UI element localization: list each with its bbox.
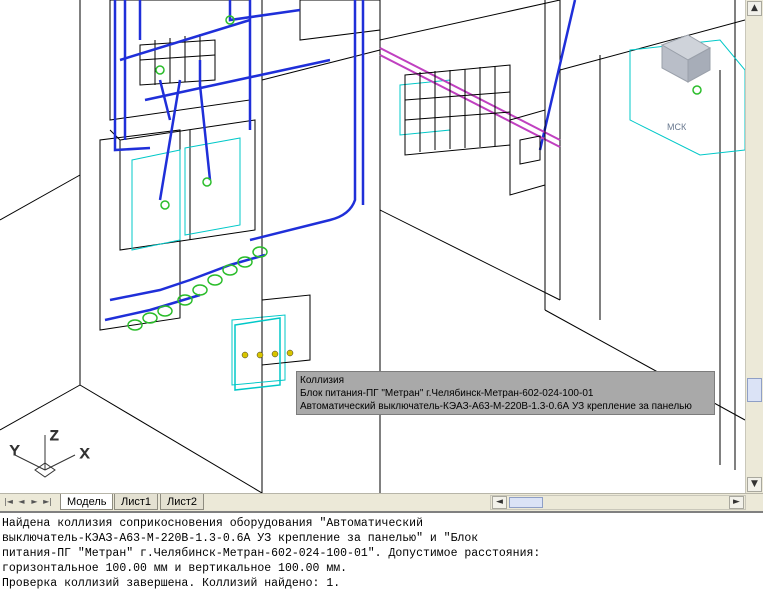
ucs-y-label: Y: [10, 442, 20, 458]
ucs-z-label: Z: [50, 427, 59, 443]
collision-tooltip: Коллизия Блок питания-ПГ "Метран" г.Челя…: [296, 371, 715, 415]
ucs-icon: Z Y X: [10, 427, 91, 478]
tab-sheet1[interactable]: Лист1: [114, 494, 159, 510]
vertical-scrollbar[interactable]: ▲ ▼: [745, 0, 763, 493]
command-line-text: Проверка коллизий завершена. Коллизий на…: [2, 577, 341, 590]
ucs-x-label: X: [80, 445, 90, 461]
tab-sheet2[interactable]: Лист2: [160, 494, 205, 510]
viewcube[interactable]: МСК: [660, 34, 712, 132]
tab-model[interactable]: Модель: [60, 494, 114, 510]
layout-tab-bar: |◄ ◄ ► ►| Модель Лист1 Лист2 ◄ ►: [0, 493, 763, 511]
horizontal-scrollbar[interactable]: ◄ ►: [490, 495, 746, 510]
prev-tab-icon[interactable]: ◄: [16, 496, 27, 508]
model-viewport[interactable]: МСК Z Y X Коллизия Блок питания-ПГ "Метр…: [0, 0, 745, 493]
command-line-text: питания-ПГ "Метран" г.Челябинск-Метран-6…: [2, 547, 541, 560]
scroll-down-button[interactable]: ▼: [747, 477, 762, 492]
command-line-text: выключатель-КЭАЗ-А63-М-220В-1.3-0.6А УЗ …: [2, 532, 479, 545]
wcs-label[interactable]: МСК: [667, 122, 687, 132]
last-tab-icon[interactable]: ►|: [42, 496, 53, 508]
tooltip-line-2: Автоматический выключатель-КЭАЗ-А63-М-22…: [300, 401, 692, 412]
command-line-text: горизонтальное 100.00 мм и вертикальное …: [2, 562, 348, 575]
command-line-text: Найдена коллизия соприкосновения оборудо…: [2, 517, 423, 530]
tooltip-line-1: Блок питания-ПГ "Метран" г.Челябинск-Мет…: [300, 388, 594, 399]
next-tab-icon[interactable]: ►: [29, 496, 40, 508]
scroll-up-button[interactable]: ▲: [747, 1, 762, 16]
command-line-history[interactable]: Найдена коллизия соприкосновения оборудо…: [0, 511, 763, 591]
scroll-right-button[interactable]: ►: [729, 496, 744, 509]
tooltip-title: Коллизия: [300, 375, 345, 386]
vertical-scroll-thumb[interactable]: [747, 378, 762, 402]
first-tab-icon[interactable]: |◄: [3, 496, 14, 508]
horizontal-scroll-thumb[interactable]: [509, 497, 543, 508]
3d-model-drawing: МСК Z Y X: [0, 0, 745, 493]
scroll-left-button[interactable]: ◄: [492, 496, 507, 509]
